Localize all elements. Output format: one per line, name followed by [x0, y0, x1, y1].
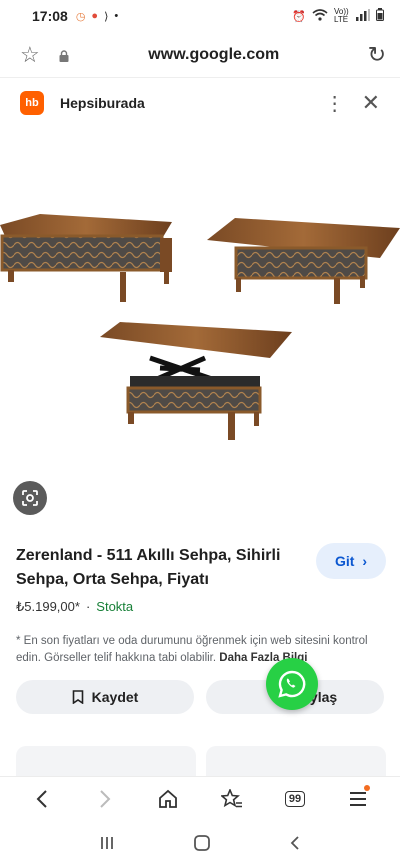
chevron-right-icon [100, 789, 111, 808]
product-title[interactable]: Zerenland - 511 Akıllı Sehpa, Sihirli Se… [16, 544, 306, 592]
chevron-right-icon: › [362, 553, 368, 569]
reload-icon[interactable]: ↻ [368, 42, 386, 68]
product-image[interactable] [0, 130, 400, 470]
hepsiburada-logo: hb [20, 91, 44, 115]
source-name[interactable]: Hepsiburada [60, 95, 145, 111]
vodafone-icon: ● [91, 10, 99, 22]
go-button-label: Git [334, 553, 355, 569]
go-button[interactable]: Git › [316, 543, 386, 579]
star-list-icon [220, 788, 242, 807]
bookmark-icon [72, 690, 83, 704]
system-icons: ⏰ Vo)) LTE [292, 8, 384, 24]
stock-status: Stokta [96, 599, 134, 614]
tabs-count: 99 [284, 790, 306, 807]
url-text[interactable]: www.google.com [70, 46, 358, 64]
network-label: Vo)) LTE [334, 7, 349, 24]
more-notifications-icon: • [114, 10, 119, 22]
home-nav-icon[interactable] [193, 834, 211, 857]
status-bar: 17:08 ◷ ● ⟩ • ⏰ Vo)) LTE [0, 0, 400, 32]
menu-button[interactable] [338, 783, 378, 815]
save-button[interactable]: Kaydet [16, 680, 194, 714]
system-navigation [0, 824, 400, 866]
bookmark-star-icon[interactable]: ☆ [20, 42, 44, 68]
table-lifted-right [207, 218, 400, 304]
separator: · [85, 599, 91, 614]
notification-dot [364, 784, 371, 791]
address-bar: ☆ www.google.com ↻ [0, 32, 400, 78]
source-header: hb Hepsiburada ⋮ ✕ [0, 84, 400, 122]
home-icon [159, 789, 178, 808]
alarm-icon: ⏰ [292, 10, 306, 23]
lens-icon [22, 490, 38, 506]
price: ₺5.199,00* [16, 599, 80, 614]
flow-icon: ⟩ [104, 10, 109, 23]
signal-icon [356, 8, 370, 24]
wifi-icon [312, 8, 328, 24]
chevron-left-icon [36, 789, 47, 808]
save-button-label: Kaydet [91, 689, 139, 705]
whatsapp-icon[interactable] [266, 658, 318, 710]
close-icon[interactable]: ✕ [362, 90, 380, 116]
notification-icons: ◷ ● ⟩ • [76, 10, 118, 23]
back-nav-icon[interactable] [289, 835, 301, 856]
table-open-center [100, 322, 292, 440]
lens-search-button[interactable] [13, 481, 47, 515]
table-closed-left [0, 214, 172, 302]
disclaimer: * En son fiyatları ve oda durumunu öğren… [16, 633, 384, 667]
bookmarks-button[interactable] [212, 783, 252, 815]
lock-icon[interactable] [58, 49, 70, 62]
home-button[interactable] [148, 783, 188, 815]
disclaimer-text: * En son fiyatları ve oda durumunu öğren… [16, 635, 368, 664]
recent-apps-icon[interactable] [99, 835, 115, 856]
clock-icon: ◷ [75, 10, 86, 23]
status-time: 17:08 [32, 8, 68, 24]
more-options-icon[interactable]: ⋮ [320, 91, 350, 116]
battery-icon [376, 8, 384, 24]
browser-toolbar: 99 [0, 776, 400, 820]
hamburger-menu-icon [350, 791, 367, 806]
tabs-button[interactable]: 99 [275, 783, 315, 815]
back-button[interactable] [22, 783, 62, 815]
forward-button[interactable] [85, 783, 125, 815]
price-row: ₺5.199,00* · Stokta [16, 599, 133, 615]
